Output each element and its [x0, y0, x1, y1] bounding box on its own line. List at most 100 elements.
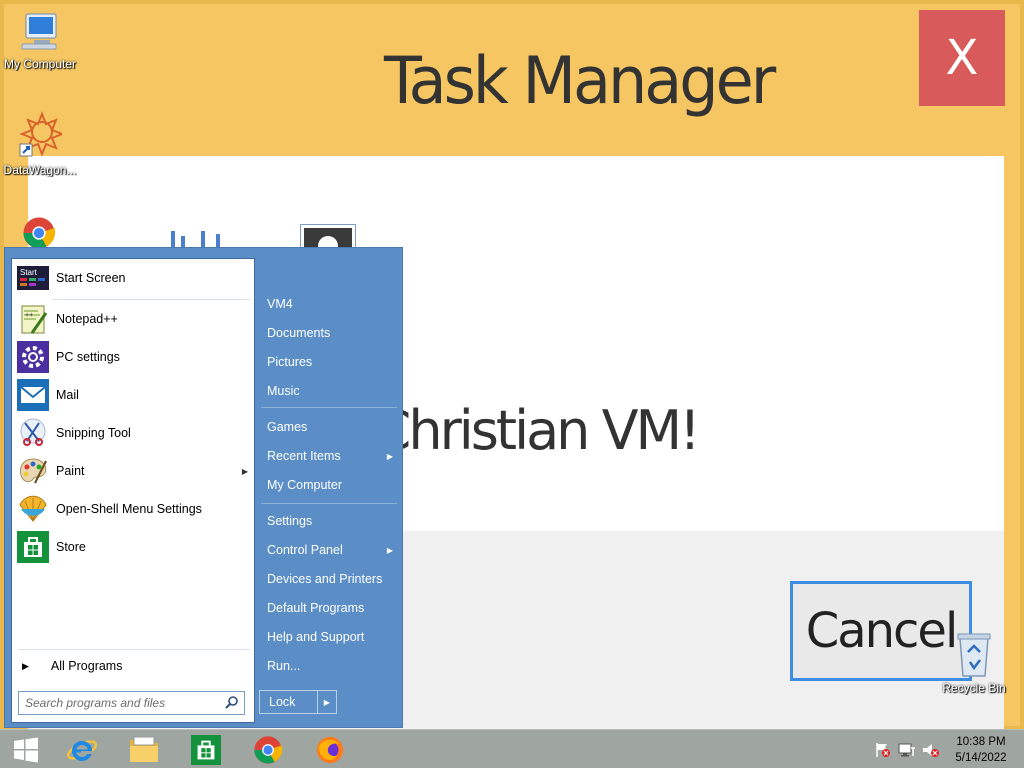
all-programs-label: All Programs: [50, 659, 123, 673]
program-label: Notepad++: [56, 312, 118, 326]
program-notepadpp[interactable]: ++ Notepad++: [12, 300, 256, 338]
menu-item-help-support[interactable]: Help and Support: [267, 626, 397, 648]
desktop-icon-datawagon[interactable]: DataWagon...: [0, 110, 80, 177]
menu-item-my-computer[interactable]: My Computer: [267, 474, 397, 496]
chrome-icon: [254, 736, 283, 764]
taskbar-file-explorer[interactable]: [118, 732, 170, 768]
windows-start-icon: [14, 737, 38, 763]
search-input[interactable]: Search programs and files: [18, 691, 245, 715]
store-icon: [17, 531, 49, 563]
recycle-bin-icon: [957, 633, 991, 677]
notepadpp-icon: ++: [21, 305, 48, 334]
program-label: Snipping Tool: [56, 426, 131, 440]
scissors-icon: [20, 418, 46, 446]
submenu-arrow-icon: ▶: [241, 466, 248, 476]
menu-item-label: Recent Items: [267, 449, 341, 463]
menu-item-run[interactable]: Run...: [267, 655, 397, 677]
programs-separator: [18, 649, 250, 650]
menu-item-label: Games: [267, 420, 308, 434]
program-label: PC settings: [56, 350, 120, 364]
taskbar-clock[interactable]: 10:38 PM 5/14/2022: [940, 734, 1022, 766]
taskbar-store[interactable]: [180, 732, 232, 768]
desktop-icon-my-computer[interactable]: My Computer: [0, 10, 80, 71]
lock-button[interactable]: Lock ▶: [259, 690, 337, 714]
menu-item-label: Run...: [267, 659, 301, 673]
program-open-shell-settings[interactable]: Open-Shell Menu Settings: [12, 490, 256, 528]
shell-icon: [19, 495, 47, 522]
menu-item-games[interactable]: Games: [267, 416, 397, 438]
menu-separator: [261, 503, 397, 504]
start-menu-programs-pane: Start Start Screen ++ Notepad++ PC setti…: [11, 258, 255, 723]
menu-item-music[interactable]: Music: [267, 380, 397, 402]
desktop-icon-label: Recycle Bin: [942, 681, 1006, 695]
file-explorer-icon: [130, 736, 158, 762]
taskbar-chrome[interactable]: [242, 732, 294, 768]
start-menu: Start Start Screen ++ Notepad++ PC setti…: [4, 247, 403, 728]
program-label: Paint: [56, 464, 85, 478]
taskbar-firefox[interactable]: [304, 732, 356, 768]
store-icon: [191, 735, 221, 765]
menu-item-label: Default Programs: [267, 601, 365, 615]
submenu-arrow-icon: ▶: [386, 451, 393, 461]
program-label: Start Screen: [56, 271, 126, 285]
menu-item-devices-printers[interactable]: Devices and Printers: [267, 568, 397, 590]
menu-item-recent-items[interactable]: Recent Items ▶: [267, 445, 397, 467]
menu-item-default-programs[interactable]: Default Programs: [267, 597, 397, 619]
submenu-arrow-icon: ▶: [386, 545, 393, 555]
menu-item-label: Devices and Printers: [267, 572, 383, 586]
taskbar: 10:38 PM 5/14/2022: [0, 729, 1024, 768]
lock-label: Lock: [269, 695, 296, 709]
computer-icon: [21, 13, 57, 50]
window-close-button[interactable]: X: [919, 10, 1005, 106]
clock-date: 5/14/2022: [955, 752, 1007, 764]
volume-muted-icon[interactable]: [922, 742, 940, 758]
program-label: Open-Shell Menu Settings: [56, 502, 202, 516]
program-start-screen[interactable]: Start Start Screen: [12, 259, 256, 297]
menu-item-label: Settings: [267, 514, 313, 528]
program-mail[interactable]: Mail: [12, 376, 256, 414]
menu-item-control-panel[interactable]: Control Panel ▶: [267, 539, 397, 561]
clock-time: 10:38 PM: [956, 736, 1006, 748]
menu-item-label: My Computer: [267, 478, 343, 492]
expand-arrow-icon: ▶: [22, 660, 29, 671]
internet-explorer-icon: [66, 740, 98, 761]
menu-item-vm4[interactable]: VM4: [267, 293, 397, 315]
lock-options-arrow-icon[interactable]: ▶: [316, 691, 336, 713]
action-center-flag-icon[interactable]: [874, 742, 892, 758]
desktop-icon-label: My Computer: [3, 57, 77, 71]
start-screen-icon: Start: [17, 266, 49, 290]
desktop-icon-recycle-bin[interactable]: Recycle Bin: [934, 630, 1014, 695]
menu-separator: [261, 407, 397, 408]
mail-icon: [17, 379, 49, 411]
menu-item-label: Documents: [267, 326, 331, 340]
desktop-icon-label: DataWagon...: [3, 163, 77, 177]
all-programs-button[interactable]: ▶ All Programs: [12, 654, 256, 678]
svg-text:Start: Start: [20, 268, 38, 277]
menu-item-label: Help and Support: [267, 630, 365, 644]
menu-item-pictures[interactable]: Pictures: [267, 351, 397, 373]
menu-item-label: VM4: [267, 297, 293, 311]
menu-item-documents[interactable]: Documents: [267, 322, 397, 344]
program-store[interactable]: Store: [12, 528, 256, 566]
menu-item-label: Pictures: [267, 355, 313, 369]
search-icon[interactable]: [225, 695, 239, 709]
taskbar-internet-explorer[interactable]: [56, 732, 108, 768]
program-label: Mail: [56, 388, 79, 402]
network-icon[interactable]: [898, 742, 916, 758]
firefox-icon: [316, 736, 344, 764]
menu-item-settings[interactable]: Settings: [267, 510, 397, 532]
datawagon-icon: [19, 111, 65, 157]
program-pc-settings[interactable]: PC settings: [12, 338, 256, 376]
gear-icon: [17, 341, 49, 373]
program-label: Store: [56, 540, 86, 554]
program-paint[interactable]: Paint ▶: [12, 452, 256, 490]
chrome-desktop-icon[interactable]: [16, 216, 62, 250]
svg-text:++: ++: [25, 312, 33, 319]
menu-item-label: Music: [267, 384, 300, 398]
program-snipping-tool[interactable]: Snipping Tool: [12, 414, 256, 452]
start-button[interactable]: [0, 732, 52, 768]
palette-icon: [20, 458, 47, 484]
search-placeholder: Search programs and files: [25, 696, 166, 710]
menu-item-label: Control Panel: [267, 543, 343, 557]
window-title: Task Manager: [384, 42, 776, 119]
